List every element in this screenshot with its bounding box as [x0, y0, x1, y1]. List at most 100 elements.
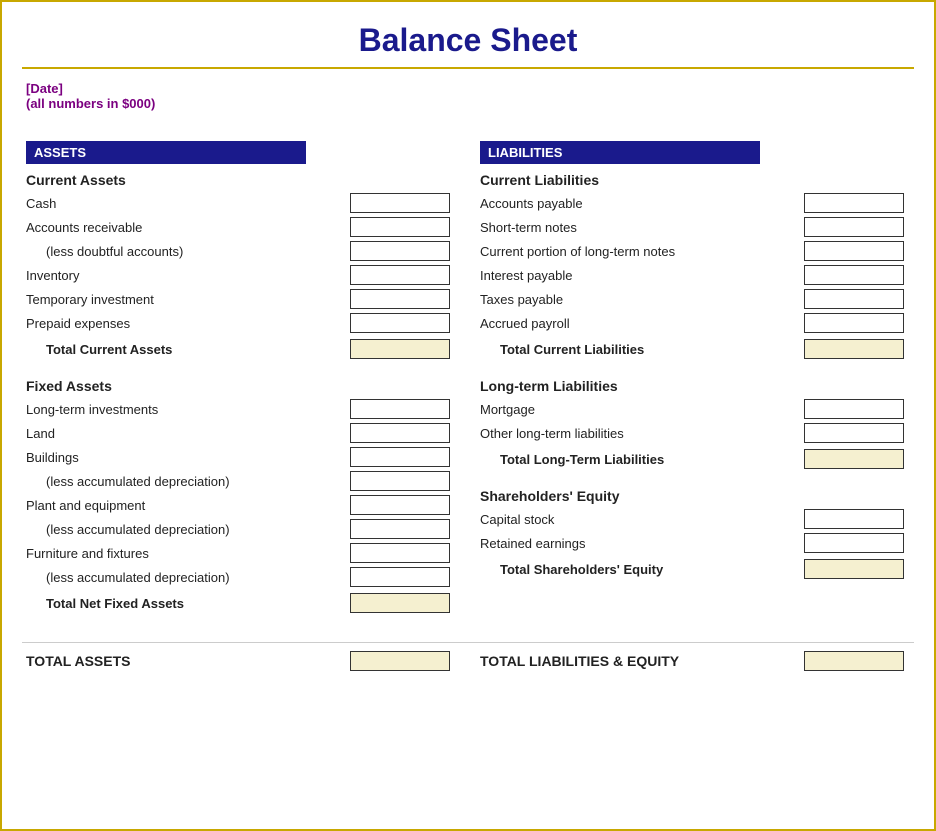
list-item: Taxes payable — [480, 288, 904, 310]
total-net-fixed-assets-label: Total Net Fixed Assets — [26, 596, 350, 611]
numbers-note: (all numbers in $000) — [26, 96, 914, 111]
capital-stock-input[interactable] — [804, 509, 904, 529]
short-term-notes-input[interactable] — [804, 217, 904, 237]
accounts-receivable-label: Accounts receivable — [26, 220, 350, 235]
capital-stock-label: Capital stock — [480, 512, 804, 527]
total-assets-label: TOTAL ASSETS — [26, 653, 131, 669]
long-term-investments-label: Long-term investments — [26, 402, 350, 417]
plant-equipment-label: Plant and equipment — [26, 498, 350, 513]
prepaid-expenses-input[interactable] — [350, 313, 450, 333]
total-current-assets-label: Total Current Assets — [26, 342, 350, 357]
total-assets-input[interactable] — [350, 651, 450, 671]
accounts-payable-input[interactable] — [804, 193, 904, 213]
retained-earnings-input[interactable] — [804, 533, 904, 553]
less-accum-dep-buildings-input[interactable] — [350, 471, 450, 491]
accounts-payable-label: Accounts payable — [480, 196, 804, 211]
interest-payable-input[interactable] — [804, 265, 904, 285]
long-term-investments-input[interactable] — [350, 399, 450, 419]
less-accum-dep-plant-input[interactable] — [350, 519, 450, 539]
list-item: Accounts payable — [480, 192, 904, 214]
retained-earnings-label: Retained earnings — [480, 536, 804, 551]
less-accum-dep-furniture-input[interactable] — [350, 567, 450, 587]
total-shareholders-equity-row: Total Shareholders' Equity — [480, 558, 904, 580]
page-title: Balance Sheet — [22, 22, 914, 59]
list-item: Other long-term liabilities — [480, 422, 904, 444]
total-current-liabilities-input[interactable] — [804, 339, 904, 359]
list-item: Retained earnings — [480, 532, 904, 554]
taxes-payable-label: Taxes payable — [480, 292, 804, 307]
list-item: Inventory — [26, 264, 450, 286]
mortgage-input[interactable] — [804, 399, 904, 419]
interest-payable-label: Interest payable — [480, 268, 804, 283]
accrued-payroll-input[interactable] — [804, 313, 904, 333]
furniture-fixtures-label: Furniture and fixtures — [26, 546, 350, 561]
date-label: [Date] — [26, 81, 914, 96]
current-assets-title: Current Assets — [26, 172, 450, 188]
main-columns: ASSETS Current Assets Cash Accounts rece… — [22, 141, 914, 622]
current-portion-longterm-label: Current portion of long-term notes — [480, 244, 804, 259]
list-item: Accounts receivable — [26, 216, 450, 238]
list-item: Temporary investment — [26, 288, 450, 310]
taxes-payable-input[interactable] — [804, 289, 904, 309]
liabilities-header: LIABILITIES — [480, 141, 760, 164]
list-item: (less accumulated depreciation) — [26, 566, 450, 588]
total-shareholders-equity-input[interactable] — [804, 559, 904, 579]
total-current-assets-row: Total Current Assets — [26, 338, 450, 360]
other-longterm-liabilities-label: Other long-term liabilities — [480, 426, 804, 441]
assets-column: ASSETS Current Assets Cash Accounts rece… — [22, 141, 460, 622]
total-longterm-liabilities-label: Total Long-Term Liabilities — [480, 452, 804, 467]
total-current-assets-input[interactable] — [350, 339, 450, 359]
accrued-payroll-label: Accrued payroll — [480, 316, 804, 331]
liabilities-column: LIABILITIES Current Liabilities Accounts… — [460, 141, 914, 622]
less-doubtful-label: (less doubtful accounts) — [26, 244, 350, 259]
other-longterm-liabilities-input[interactable] — [804, 423, 904, 443]
date-section: [Date] (all numbers in $000) — [22, 77, 914, 111]
cash-input[interactable] — [350, 193, 450, 213]
land-input[interactable] — [350, 423, 450, 443]
total-longterm-liabilities-row: Total Long-Term Liabilities — [480, 448, 904, 470]
list-item: Capital stock — [480, 508, 904, 530]
total-liabilities-equity-col: TOTAL LIABILITIES & EQUITY — [460, 651, 914, 671]
plant-equipment-input[interactable] — [350, 495, 450, 515]
buildings-label: Buildings — [26, 450, 350, 465]
list-item: Short-term notes — [480, 216, 904, 238]
total-current-liabilities-label: Total Current Liabilities — [480, 342, 804, 357]
accounts-receivable-input[interactable] — [350, 217, 450, 237]
total-liabilities-equity-label: TOTAL LIABILITIES & EQUITY — [480, 653, 679, 669]
total-assets-col: TOTAL ASSETS — [22, 651, 460, 671]
total-liabilities-equity-input[interactable] — [804, 651, 904, 671]
buildings-input[interactable] — [350, 447, 450, 467]
list-item: (less accumulated depreciation) — [26, 470, 450, 492]
current-portion-longterm-input[interactable] — [804, 241, 904, 261]
total-net-fixed-assets-input[interactable] — [350, 593, 450, 613]
assets-header: ASSETS — [26, 141, 306, 164]
land-label: Land — [26, 426, 350, 441]
current-liabilities-title: Current Liabilities — [480, 172, 904, 188]
less-accum-dep-furniture-label: (less accumulated depreciation) — [26, 570, 350, 585]
prepaid-expenses-label: Prepaid expenses — [26, 316, 350, 331]
list-item: Plant and equipment — [26, 494, 450, 516]
bottom-totals-row: TOTAL ASSETS TOTAL LIABILITIES & EQUITY — [22, 642, 914, 671]
cash-label: Cash — [26, 196, 350, 211]
list-item: Accrued payroll — [480, 312, 904, 334]
balance-sheet-page: Balance Sheet [Date] (all numbers in $00… — [0, 0, 936, 831]
list-item: Long-term investments — [26, 398, 450, 420]
total-net-fixed-assets-row: Total Net Fixed Assets — [26, 592, 450, 614]
short-term-notes-label: Short-term notes — [480, 220, 804, 235]
less-accum-dep-buildings-label: (less accumulated depreciation) — [26, 474, 350, 489]
total-longterm-liabilities-input[interactable] — [804, 449, 904, 469]
less-doubtful-input[interactable] — [350, 241, 450, 261]
list-item: (less accumulated depreciation) — [26, 518, 450, 540]
total-shareholders-equity-label: Total Shareholders' Equity — [480, 562, 804, 577]
inventory-input[interactable] — [350, 265, 450, 285]
temporary-investment-label: Temporary investment — [26, 292, 350, 307]
furniture-fixtures-input[interactable] — [350, 543, 450, 563]
title-section: Balance Sheet — [22, 12, 914, 69]
total-current-liabilities-row: Total Current Liabilities — [480, 338, 904, 360]
inventory-label: Inventory — [26, 268, 350, 283]
list-item: Land — [26, 422, 450, 444]
list-item: Prepaid expenses — [26, 312, 450, 334]
mortgage-label: Mortgage — [480, 402, 804, 417]
longterm-liabilities-title: Long-term Liabilities — [480, 378, 904, 394]
temporary-investment-input[interactable] — [350, 289, 450, 309]
